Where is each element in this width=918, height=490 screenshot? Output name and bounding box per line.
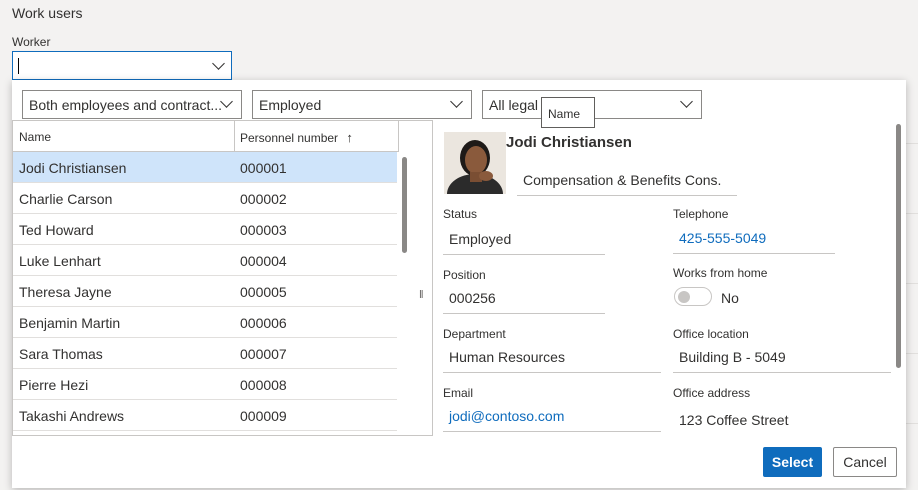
background-divider [906,283,918,284]
column-header-name[interactable]: Name [19,130,51,144]
row-name: Charlie Carson [19,191,113,207]
table-row[interactable]: Pierre Hezi 000008 [13,369,397,400]
worker-label: Worker [12,35,51,49]
legal-entity-value: All legal [489,97,539,113]
worker-avatar [444,132,506,194]
worker-name: Jodi Christiansen [506,134,632,151]
row-personnel-number: 000004 [240,253,287,269]
row-personnel-number: 000001 [240,160,287,176]
name-tooltip: Name [541,97,595,128]
email-link[interactable]: jodi@contoso.com [443,402,661,432]
table-row[interactable]: Theresa Jayne 000005 [13,276,397,307]
works-from-home-value: No [721,290,739,306]
sort-ascending-icon: ↑ [346,130,353,145]
text-cursor [18,58,19,74]
table-row[interactable]: Jodi Christiansen 000001 [13,152,397,183]
status-filter[interactable]: Employed [252,90,472,119]
row-name: Sara Thomas [19,346,103,362]
email-label: Email [443,386,474,400]
table-row[interactable]: Benjamin Martin 000006 [13,307,397,338]
column-header-label: Personnel number [240,131,339,145]
table-row[interactable]: Luke Lenhart 000004 [13,245,397,276]
worker-type-value: Both employees and contract... [29,97,222,113]
office-location-field: Building B - 5049 [673,343,891,373]
row-personnel-number: 000005 [240,284,287,300]
pane-splitter-icon[interactable]: ‖ [419,289,424,301]
cancel-button[interactable]: Cancel [833,447,897,477]
status-field: Employed [443,225,605,255]
department-field: Human Resources [443,343,661,373]
grid-header: Name Personnel number ↑ [13,121,399,152]
table-row[interactable]: Charlie Carson 000002 [13,183,397,214]
worker-lookup-dialog: Both employees and contract... Employed … [12,80,906,488]
telephone-link[interactable]: 425-555-5049 [673,224,835,254]
position-field: 000256 [443,284,605,314]
works-from-home-toggle[interactable] [674,287,712,306]
chevron-down-icon[interactable] [220,95,233,108]
row-name: Pierre Hezi [19,377,89,393]
works-from-home-label: Works from home [673,266,768,280]
row-name: Benjamin Martin [19,315,121,331]
row-name: Luke Lenhart [19,253,101,269]
page-title: Work users [12,5,83,21]
status-filter-value: Employed [259,97,322,113]
chevron-down-icon[interactable] [450,95,463,108]
job-title-field: Compensation & Benefits Cons. [517,166,737,196]
worker-input[interactable] [13,52,193,79]
background-divider [906,213,918,214]
position-label: Position [443,268,486,282]
row-name: Takashi Andrews [19,408,125,424]
row-name: Jodi Christiansen [19,160,127,176]
office-address-label: Office address [673,386,751,400]
row-personnel-number: 000002 [240,191,287,207]
toggle-knob [678,291,690,303]
background-divider [906,143,918,144]
chevron-down-icon[interactable] [212,57,225,70]
office-location-label: Office location [673,327,749,341]
table-row[interactable]: Ted Howard 000003 [13,214,397,245]
table-row[interactable]: Sara Thomas 000007 [13,338,397,369]
chevron-down-icon[interactable] [680,95,693,108]
department-label: Department [443,327,506,341]
status-label: Status [443,207,478,221]
telephone-label: Telephone [673,207,729,221]
select-button[interactable]: Select [763,447,822,477]
row-personnel-number: 000003 [240,222,287,238]
workers-grid: Name Personnel number ↑ Jodi Christianse… [12,120,433,436]
column-header-personnel-number[interactable]: Personnel number ↑ [240,130,353,145]
table-row[interactable]: Takashi Andrews 000009 [13,400,397,431]
row-personnel-number: 000006 [240,315,287,331]
row-personnel-number: 000007 [240,346,287,362]
row-name: Theresa Jayne [19,284,112,300]
office-address-field: 123 Coffee Street [679,412,789,428]
background-divider [906,423,918,424]
background-divider [906,353,918,354]
grid-scrollbar[interactable] [402,157,407,253]
detail-scrollbar[interactable] [896,124,901,368]
column-divider[interactable] [234,121,235,152]
column-divider[interactable] [398,121,399,152]
worker-lookup[interactable] [12,51,232,80]
row-name: Ted Howard [19,222,94,238]
worker-type-filter[interactable]: Both employees and contract... [22,90,242,119]
row-personnel-number: 000009 [240,408,287,424]
row-personnel-number: 000008 [240,377,287,393]
